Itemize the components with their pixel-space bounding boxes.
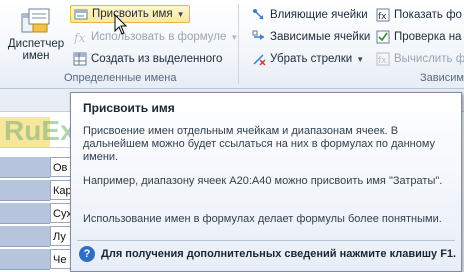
group-defined-names-label: Определенные имена bbox=[64, 72, 177, 84]
table-cell[interactable]: Лу bbox=[50, 226, 72, 246]
remove-arrows-label: Убрать стрелки bbox=[270, 53, 353, 65]
table-cell[interactable]: Кар bbox=[50, 180, 72, 200]
tooltip-footer: ? Для получения дополнительных сведений … bbox=[79, 246, 456, 262]
group-separator bbox=[238, 4, 239, 84]
selected-row[interactable] bbox=[0, 157, 50, 178]
create-from-selection-label: Создать из выделенного bbox=[91, 53, 223, 65]
svg-text:fx: fx bbox=[73, 31, 85, 44]
show-formulas-label: Показать фо bbox=[394, 9, 462, 21]
tooltip-title: Присвоить имя bbox=[83, 101, 175, 115]
trace-dependents-label: Зависимые ячейки bbox=[270, 31, 371, 43]
name-manager-button[interactable]: Диспетчер имен bbox=[6, 4, 66, 70]
svg-text:fx: fx bbox=[378, 12, 387, 22]
create-from-selection-button[interactable]: Создать из выделенного bbox=[73, 50, 222, 68]
name-manager-label-1: Диспетчер bbox=[7, 38, 65, 50]
error-checking-button[interactable]: Проверка на bbox=[376, 28, 461, 46]
trace-precedents-button[interactable]: Влияющие ячейки bbox=[252, 6, 368, 24]
trace-precedents-icon bbox=[253, 9, 264, 20]
table-cell[interactable]: Сух bbox=[50, 203, 72, 223]
selected-row[interactable] bbox=[0, 249, 50, 270]
evaluate-formula-icon: fx bbox=[376, 52, 390, 66]
trace-precedents-label: Влияющие ячейки bbox=[270, 9, 368, 21]
tag-icon bbox=[74, 9, 88, 20]
svg-text:fx: fx bbox=[378, 56, 387, 66]
use-in-formula-button[interactable]: fx Использовать в формуле ▼ bbox=[73, 28, 238, 46]
error-checking-label: Проверка на bbox=[394, 31, 462, 43]
selected-row[interactable] bbox=[0, 180, 50, 201]
selected-row[interactable] bbox=[0, 203, 50, 224]
table-grid-icon bbox=[73, 52, 87, 66]
gridline bbox=[0, 147, 72, 148]
define-name-label: Присвоить имя bbox=[92, 8, 173, 20]
formula-icon: fx bbox=[73, 31, 85, 44]
chevron-down-icon[interactable]: ▼ bbox=[356, 55, 364, 64]
trace-dependents-icon bbox=[252, 30, 264, 40]
tooltip-paragraph-1: Присвоение имен отдельным ячейкам и диап… bbox=[83, 125, 436, 163]
use-in-formula-label: Использовать в формуле bbox=[91, 31, 227, 43]
tooltip: Присвоить имя Присвоение имен отдельным … bbox=[70, 92, 462, 272]
name-manager-label-2: имен bbox=[22, 50, 50, 62]
show-formulas-icon: fx bbox=[376, 8, 390, 22]
selected-row[interactable] bbox=[0, 226, 50, 247]
trace-dependents-button[interactable]: Зависимые ячейки bbox=[252, 28, 370, 46]
group-dependencies-label: Зависим bbox=[420, 72, 464, 84]
define-name-button[interactable]: Присвоить имя ▼ bbox=[70, 5, 190, 23]
error-check-icon bbox=[376, 30, 390, 44]
remove-arrows-button[interactable]: Убрать стрелки ▼ bbox=[252, 50, 364, 68]
evaluate-formula-label: Вычислить ф bbox=[394, 53, 464, 65]
evaluate-formula-button[interactable]: fx Вычислить ф bbox=[376, 50, 464, 68]
table-cell[interactable]: Ов bbox=[50, 157, 72, 177]
tooltip-paragraph-3: Использование имен в формулах делает фор… bbox=[83, 213, 442, 225]
name-manager-icon bbox=[21, 8, 50, 33]
remove-arrows-icon bbox=[253, 54, 266, 66]
show-formulas-button[interactable]: fx Показать фо bbox=[376, 6, 462, 24]
mouse-cursor-icon bbox=[114, 14, 128, 35]
tooltip-divider bbox=[77, 240, 455, 241]
tooltip-paragraph-2: Например, диапазону ячеек A20:A40 можно … bbox=[83, 175, 443, 187]
help-icon: ? bbox=[79, 246, 95, 262]
tooltip-footer-text: Для получения дополнительных сведений на… bbox=[101, 248, 457, 260]
ribbon: Диспетчер имен Присвоить имя ▼ fx Исполь… bbox=[0, 0, 464, 89]
chevron-down-icon[interactable]: ▼ bbox=[177, 10, 185, 19]
table-cell[interactable]: Че bbox=[50, 249, 72, 269]
